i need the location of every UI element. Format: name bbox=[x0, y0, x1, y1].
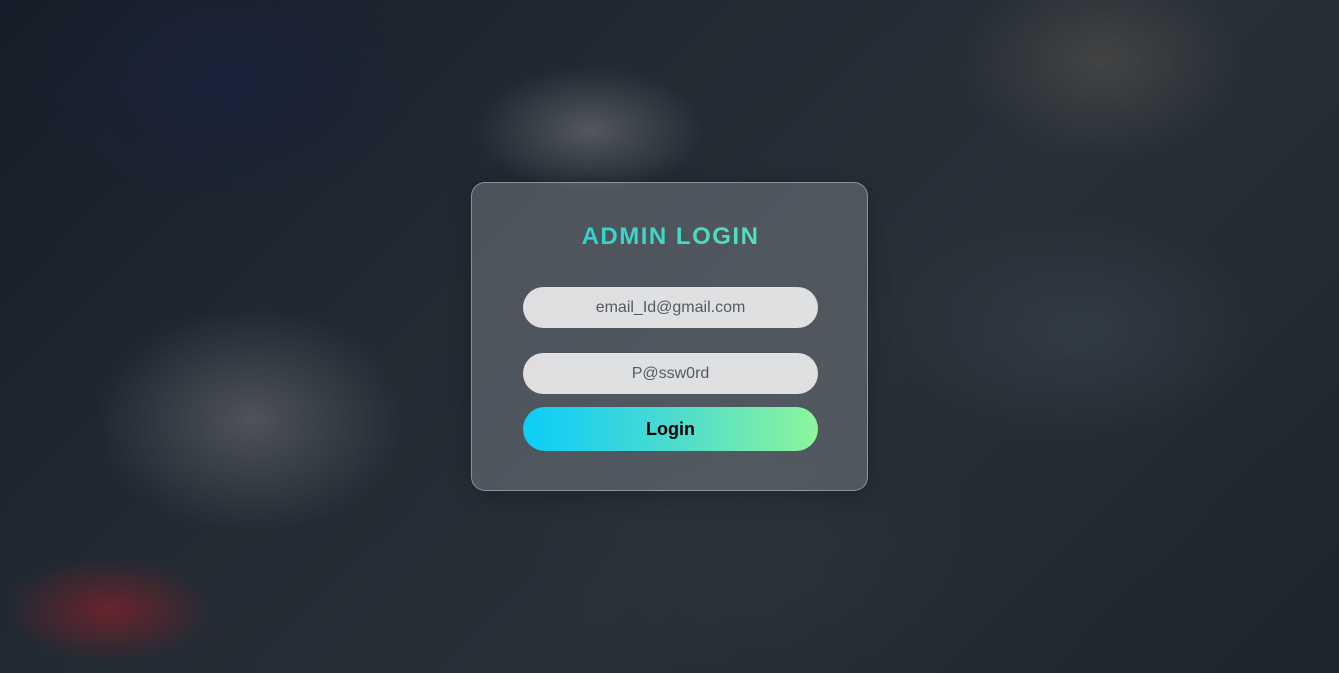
login-button[interactable]: Login bbox=[523, 407, 818, 451]
email-input[interactable] bbox=[523, 287, 818, 328]
login-card: ADMIN LOGIN Login bbox=[471, 182, 868, 491]
password-input[interactable] bbox=[523, 353, 818, 394]
login-title: ADMIN LOGIN bbox=[472, 223, 869, 251]
